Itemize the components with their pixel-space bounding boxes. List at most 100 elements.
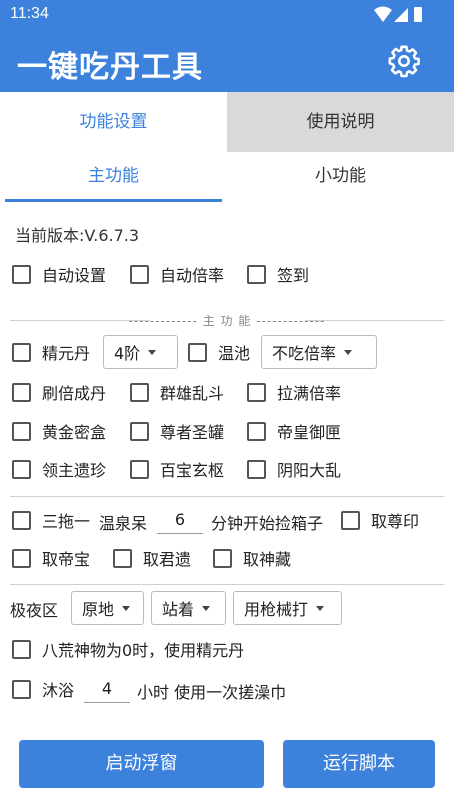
hot-spring-label: 温泉呆 [99, 514, 148, 533]
checkbox-label: 取尊印 [371, 512, 420, 531]
checkbox-label: 三拖一 [42, 512, 91, 531]
polar-night-label: 极夜区 [10, 601, 59, 620]
status-icons [374, 6, 422, 22]
checkbox-box [12, 679, 31, 699]
grid-checkbox[interactable]: 群雄乱斗 [130, 380, 224, 404]
grid-checkbox[interactable]: 帝皇御匣 [247, 419, 341, 443]
minutes-input[interactable]: 6 [157, 506, 203, 534]
status-bar: 11:34 [0, 0, 454, 30]
dropdown-value: 原地 [82, 600, 115, 619]
checkbox-label: 温池 [218, 344, 251, 363]
dropdown-value: 站着 [162, 600, 195, 619]
minutes-suffix-label: 分钟开始捡箱子 [211, 514, 324, 533]
tab-small-function[interactable]: 小功能 [227, 152, 454, 202]
sign-in-checkbox[interactable]: 签到 [247, 262, 309, 286]
checkbox-box [213, 548, 232, 568]
version-label: 当前版本:V.6.7.3 [15, 226, 140, 245]
weapon-dropdown[interactable]: 用枪械打 [233, 591, 342, 625]
battery-icon [414, 7, 422, 22]
checkbox-label: 取神藏 [243, 550, 292, 569]
grid-checkbox[interactable]: 领主遗珍 [12, 457, 106, 481]
checkbox-box [247, 264, 266, 284]
signal-icon [394, 8, 408, 22]
divider [10, 496, 444, 497]
divider [10, 320, 150, 321]
start-float-window-button[interactable]: 启动浮窗 [19, 740, 264, 788]
gear-icon[interactable] [387, 44, 421, 78]
stance-dropdown[interactable]: 站着 [151, 591, 226, 625]
take-shenzang-checkbox[interactable]: 取神藏 [213, 546, 291, 570]
checkbox-label: 取君遗 [143, 550, 192, 569]
pool-multiplier-dropdown[interactable]: 不吃倍率 [261, 335, 377, 369]
grid-checkbox[interactable]: 刷倍成丹 [12, 380, 106, 404]
tab-main-function[interactable]: 主功能 [0, 152, 227, 202]
divider [10, 584, 444, 585]
chevron-down-icon [122, 605, 131, 611]
tab-function-settings[interactable]: 功能设置 [0, 92, 227, 152]
checkbox-label: 黄金密盒 [42, 423, 107, 442]
checkbox-label: 精元丹 [42, 344, 91, 363]
checkbox-label: 八荒神物为0时，使用精元丹 [42, 641, 245, 660]
tab-indicator [5, 199, 222, 202]
grid-checkbox[interactable]: 阴阳大乱 [247, 457, 341, 481]
jingyuan-checkbox[interactable]: 精元丹 [12, 340, 90, 364]
wifi-icon [374, 6, 392, 22]
run-script-button[interactable]: 运行脚本 [283, 740, 435, 788]
checkbox-label: 沐浴 [42, 681, 75, 700]
checkbox-label: 刷倍成丹 [42, 384, 107, 403]
checkbox-box [247, 421, 266, 441]
checkbox-label: 帝皇御匣 [277, 423, 342, 442]
hours-suffix-label: 小时 使用一次搓澡巾 [137, 683, 287, 702]
top-tabs: 功能设置 使用说明 [0, 92, 454, 152]
bath-checkbox[interactable]: 沐浴 [12, 677, 74, 701]
grid-checkbox[interactable]: 尊者圣罐 [130, 419, 224, 443]
checkbox-box [113, 548, 132, 568]
checkbox-box [12, 421, 31, 441]
position-dropdown[interactable]: 原地 [71, 591, 144, 625]
checkbox-box [12, 510, 31, 530]
tier-dropdown[interactable]: 4阶 [103, 335, 178, 369]
checkbox-box [130, 421, 149, 441]
checkbox-box [341, 510, 360, 530]
three-drag-one-checkbox[interactable]: 三拖一 [12, 508, 90, 532]
checkbox-label: 自动倍率 [160, 266, 225, 285]
checkbox-label: 自动设置 [42, 266, 107, 285]
app-title: 一键吃丹工具 [17, 50, 203, 85]
checkbox-box [12, 382, 31, 402]
checkbox-label: 尊者圣罐 [160, 423, 225, 442]
hours-input[interactable]: 4 [84, 675, 130, 703]
grid-checkbox[interactable]: 黄金密盒 [12, 419, 106, 443]
chevron-down-icon [344, 349, 353, 355]
checkbox-label: 签到 [277, 266, 310, 285]
tab-instructions[interactable]: 使用说明 [227, 92, 454, 152]
checkbox-box [12, 639, 31, 659]
chevron-down-icon [202, 605, 211, 611]
checkbox-box [130, 459, 149, 479]
grid-checkbox[interactable]: 拉满倍率 [247, 380, 341, 404]
checkbox-label: 领主遗珍 [42, 461, 107, 480]
status-time: 11:34 [10, 5, 49, 22]
grid-checkbox[interactable]: 百宝玄枢 [130, 457, 224, 481]
checkbox-label: 百宝玄枢 [160, 461, 225, 480]
checkbox-box [12, 342, 31, 362]
auto-multiplier-checkbox[interactable]: 自动倍率 [130, 262, 224, 286]
checkbox-box [247, 382, 266, 402]
take-junyi-checkbox[interactable]: 取君遗 [113, 546, 191, 570]
checkbox-box [247, 459, 266, 479]
checkbox-label: 阴阳大乱 [277, 461, 342, 480]
auto-settings-checkbox[interactable]: 自动设置 [12, 262, 106, 286]
chevron-down-icon [148, 349, 157, 355]
bahuang-checkbox[interactable]: 八荒神物为0时，使用精元丹 [12, 637, 244, 661]
checkbox-box [130, 382, 149, 402]
checkbox-box [12, 264, 31, 284]
hot-pool-checkbox[interactable]: 温池 [188, 340, 250, 364]
take-dibao-checkbox[interactable]: 取帝宝 [12, 546, 90, 570]
checkbox-label: 拉满倍率 [277, 384, 342, 403]
app-bar: 一键吃丹工具 [0, 30, 454, 92]
take-zunyin-checkbox[interactable]: 取尊印 [341, 508, 419, 532]
checkbox-box [12, 459, 31, 479]
dropdown-value: 不吃倍率 [272, 344, 337, 363]
dropdown-value: 4阶 [114, 344, 141, 363]
dropdown-value: 用枪械打 [244, 600, 309, 619]
divider [305, 320, 444, 321]
